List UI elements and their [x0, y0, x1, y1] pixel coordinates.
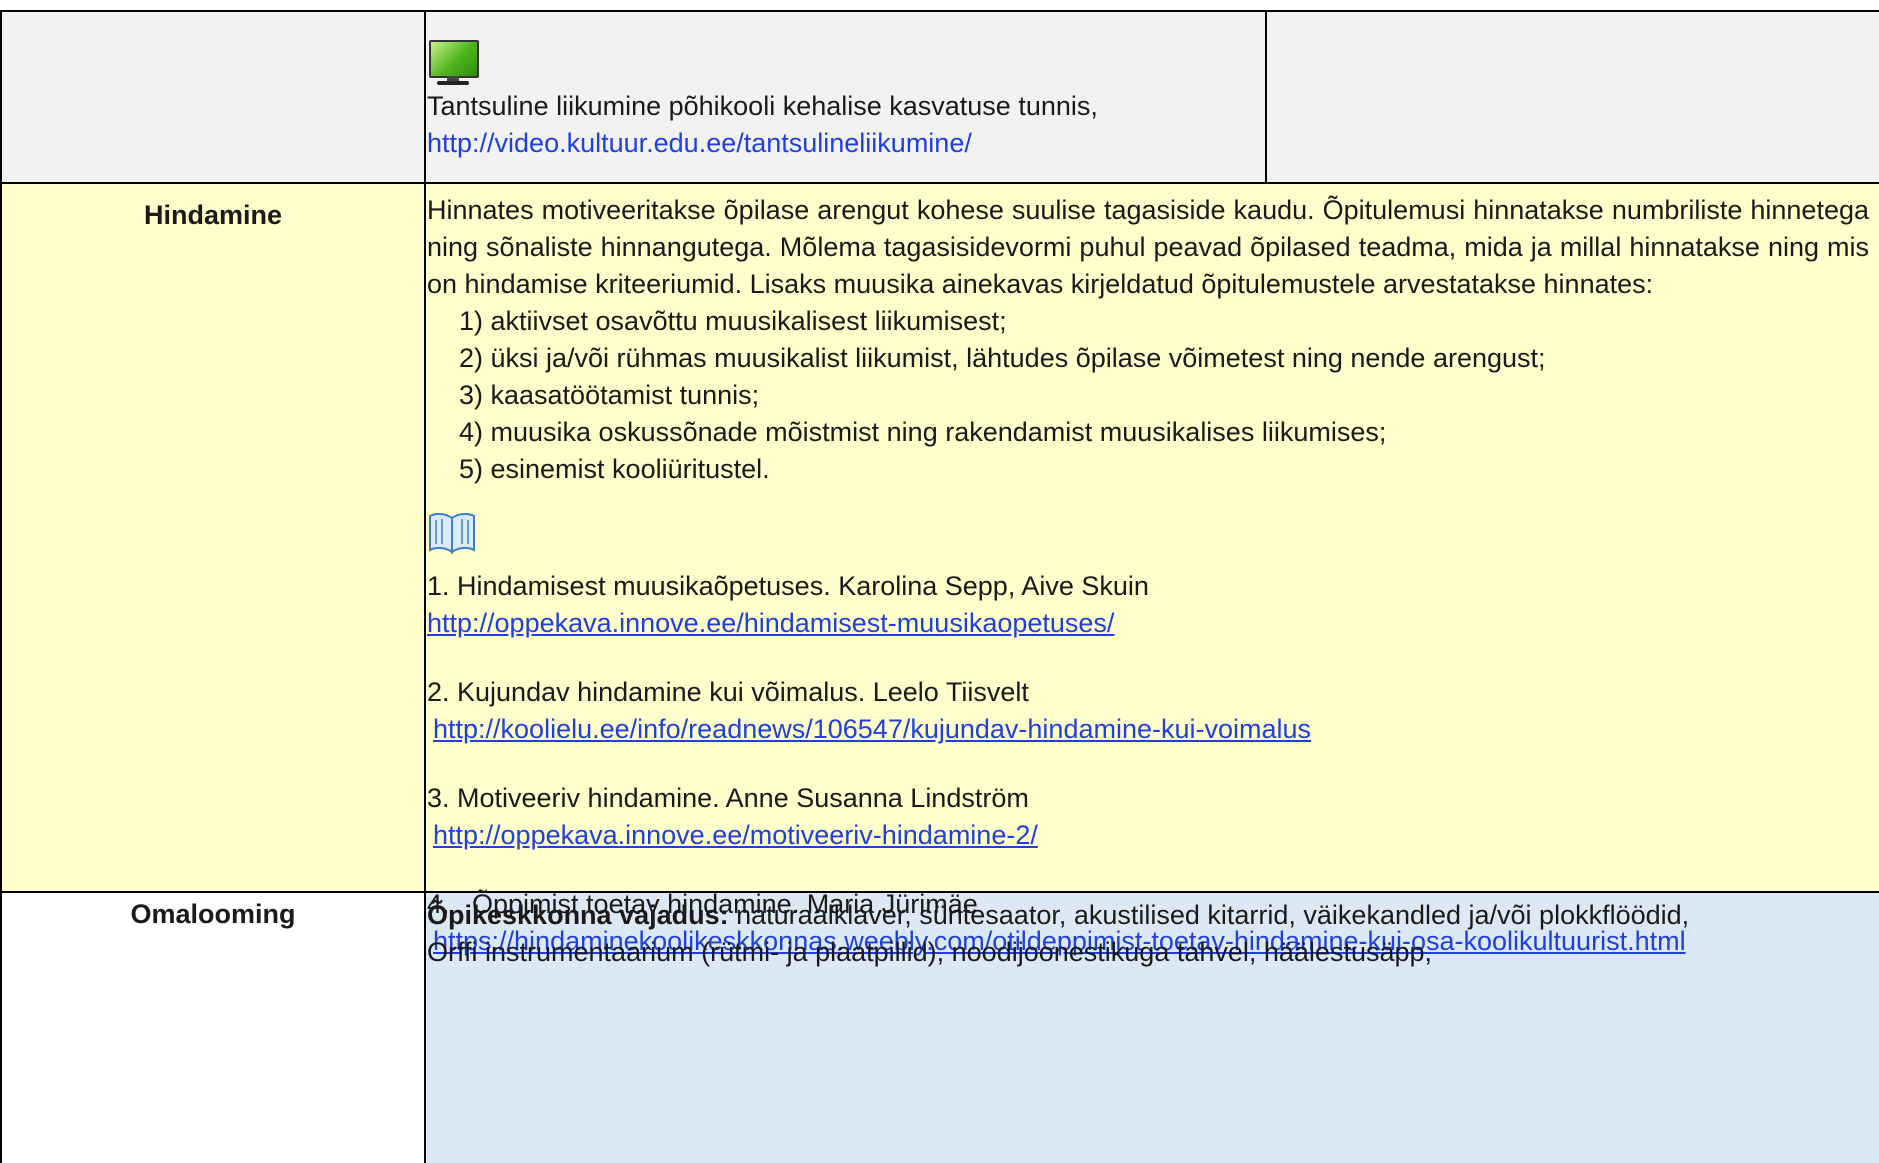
- video-cell: Tantsuline liikumine põhikooli kehalise …: [426, 12, 1267, 182]
- monitor-icon: [427, 40, 479, 86]
- list-item: 4) muusika oskussõnade mõistmist ning ra…: [459, 417, 1387, 447]
- omalooming-content: Õpikeskkonna vajadus: naturaalklaver, sü…: [426, 893, 1879, 1163]
- book-icon: [429, 512, 475, 554]
- hindamine-label: Hindamine: [0, 184, 426, 891]
- video-description: Tantsuline liikumine põhikooli kehalise …: [427, 91, 1098, 121]
- resource-title: 1. Hindamisest muusikaõpetuses. Karolina…: [427, 571, 1149, 601]
- resource-item: 3. Motiveeriv hindamine. Anne Susanna Li…: [427, 780, 1869, 854]
- list-item: 2) üksi ja/või rühmas muusikalist liikum…: [459, 343, 1546, 373]
- environment-line-2: Orffi instrumentaarium (rütmi- ja plaatp…: [427, 937, 1433, 967]
- resource-item: 2. Kujundav hindamine kui võimalus. Leel…: [427, 674, 1869, 748]
- resource-title: 2. Kujundav hindamine kui võimalus. Leel…: [427, 677, 1029, 707]
- criteria-list: 1) aktiivset osavõttu muusikalisest liik…: [427, 303, 1869, 488]
- video-row: Tantsuline liikumine põhikooli kehalise …: [0, 10, 1879, 184]
- video-row-label: [0, 12, 426, 182]
- video-row-empty-cell: [1267, 12, 1879, 182]
- resource-title: 3. Motiveeriv hindamine. Anne Susanna Li…: [427, 783, 1029, 813]
- environment-lead: Õpikeskkonna vajadus:: [427, 900, 729, 930]
- resource-item: 1. Hindamisest muusikaõpetuses. Karolina…: [427, 568, 1869, 642]
- hindamine-content: Hinnates motiveeritakse õpilase arengut …: [426, 184, 1879, 956]
- hindamine-paragraph: Hinnates motiveeritakse õpilase arengut …: [427, 195, 1869, 299]
- curriculum-table: Tantsuline liikumine põhikooli kehalise …: [0, 10, 1879, 1163]
- environment-items: naturaalklaver, süntesaator, akustilised…: [728, 900, 1690, 930]
- omalooming-row: Omalooming Õpikeskkonna vajadus: naturaa…: [0, 893, 1879, 1163]
- list-item: 5) esinemist kooliüritustel.: [459, 454, 770, 484]
- environment-line: Õpikeskkonna vajadus: naturaalklaver, sü…: [427, 897, 1869, 934]
- omalooming-label: Omalooming: [0, 893, 426, 1163]
- resource-link[interactable]: http://koolielu.ee/info/readnews/106547/…: [433, 714, 1311, 744]
- document-page: Tantsuline liikumine põhikooli kehalise …: [0, 0, 1879, 1163]
- resource-link[interactable]: http://oppekava.innove.ee/motiveeriv-hin…: [433, 820, 1038, 850]
- hindamine-row: Hindamine Hinnates motiveeritakse õpilas…: [0, 184, 1879, 956]
- resource-link[interactable]: http://oppekava.innove.ee/hindamisest-mu…: [427, 608, 1114, 638]
- list-item: 1) aktiivset osavõttu muusikalisest liik…: [459, 306, 1007, 336]
- list-item: 3) kaasatöötamist tunnis;: [459, 380, 760, 410]
- video-link[interactable]: http://video.kultuur.edu.ee/tantsulineli…: [427, 128, 972, 158]
